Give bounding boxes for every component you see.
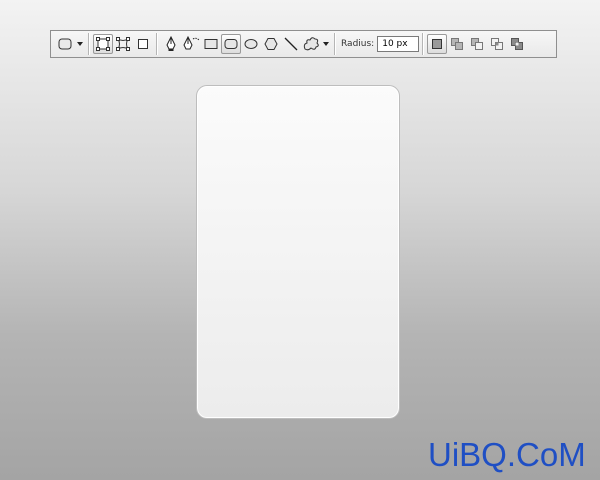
rounded-rectangle-shape <box>196 85 400 419</box>
exclude-overlap-icon <box>511 38 524 50</box>
polygon-tool-button[interactable] <box>261 34 281 54</box>
paths-icon <box>116 37 130 51</box>
ellipse-icon <box>244 39 258 49</box>
pen-tool-button[interactable] <box>161 34 181 54</box>
rectangle-icon <box>204 39 218 49</box>
fill-pixels-button[interactable] <box>133 34 153 54</box>
add-to-shape-button[interactable] <box>447 34 467 54</box>
shape-layers-button[interactable] <box>93 34 113 54</box>
freeform-pen-icon <box>183 36 200 50</box>
create-new-shape-button[interactable] <box>427 34 448 54</box>
watermark-text: UiBQ.CoM <box>428 436 586 473</box>
rounded-rectangle-icon <box>58 38 72 50</box>
separator <box>88 33 90 55</box>
chevron-down-icon <box>323 42 329 46</box>
pen-icon <box>166 36 176 51</box>
add-to-shape-icon <box>451 38 464 50</box>
chevron-down-icon <box>77 42 83 46</box>
line-tool-button[interactable] <box>281 34 301 54</box>
separator <box>156 33 158 55</box>
rounded-rectangle-tool-button[interactable] <box>221 34 241 54</box>
intersect-shape-button[interactable] <box>487 34 507 54</box>
custom-shape-icon <box>303 37 319 51</box>
fill-pixels-icon <box>138 39 148 49</box>
custom-shape-dropdown[interactable] <box>321 34 331 54</box>
subtract-from-shape-button[interactable] <box>467 34 487 54</box>
polygon-icon <box>264 38 278 50</box>
create-new-shape-icon <box>432 39 443 49</box>
paths-button[interactable] <box>113 34 133 54</box>
exclude-overlap-button[interactable] <box>507 34 527 54</box>
radius-input[interactable] <box>377 36 420 52</box>
intersect-shape-icon <box>491 38 504 50</box>
rectangle-tool-button[interactable] <box>201 34 221 54</box>
tool-preset-dropdown[interactable] <box>75 34 85 54</box>
separator <box>422 33 425 55</box>
rounded-rectangle-icon <box>224 39 238 49</box>
separator <box>334 33 336 55</box>
line-icon <box>284 37 298 51</box>
tool-preset-button[interactable] <box>55 34 75 54</box>
shape-layers-icon <box>96 37 110 51</box>
radius-label: Radius: <box>341 39 375 49</box>
ellipse-tool-button[interactable] <box>241 34 261 54</box>
options-toolbar: Radius: <box>50 30 557 58</box>
custom-shape-tool-button[interactable] <box>301 34 321 54</box>
subtract-from-shape-icon <box>471 38 484 50</box>
freeform-pen-tool-button[interactable] <box>181 34 201 54</box>
